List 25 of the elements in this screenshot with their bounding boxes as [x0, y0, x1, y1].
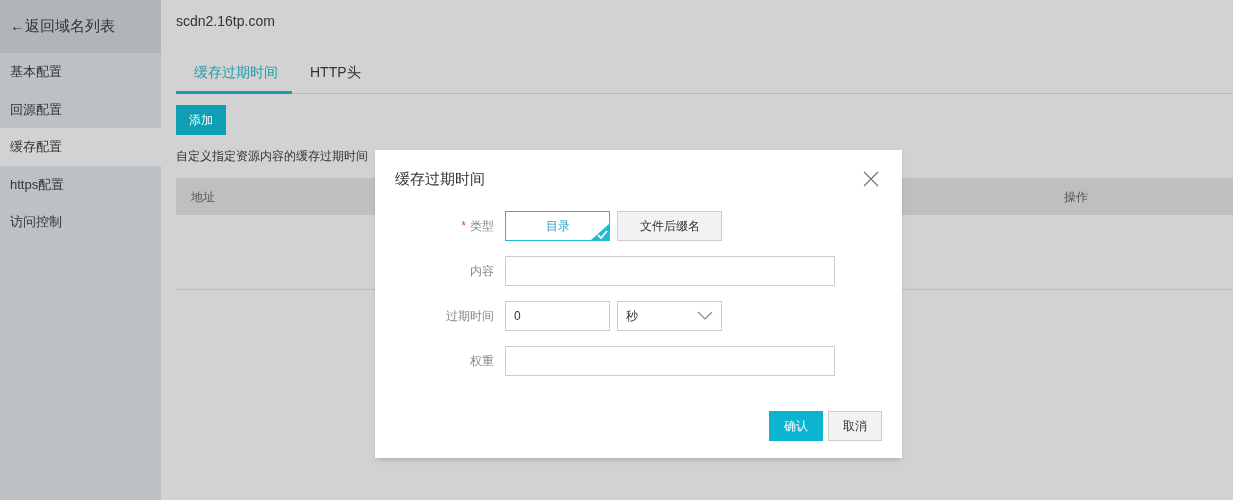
dialog-title: 缓存过期时间	[395, 169, 485, 189]
field-label: 内容	[469, 262, 495, 280]
sidebar-item[interactable]: 回源配置	[0, 90, 161, 128]
domain-title: scdn2.16tp.com	[176, 12, 275, 31]
content-field[interactable]	[505, 255, 835, 286]
field-label: 权重	[469, 352, 495, 370]
description-text: 自定义指定资源内容的缓存过期时间	[176, 148, 368, 165]
column-header: 地址	[191, 188, 215, 206]
cancel-button[interactable]: 取消	[828, 410, 882, 441]
column-header: 操作	[1064, 188, 1088, 206]
close-icon[interactable]	[863, 171, 879, 188]
sidebar-item[interactable]: https配置	[0, 165, 161, 203]
expire-time-field[interactable]: 0	[505, 300, 610, 331]
tab[interactable]: HTTP头	[292, 54, 379, 94]
checkmark-icon	[591, 223, 609, 240]
sidebar-item[interactable]: 访问控制	[0, 203, 161, 241]
sidebar-item[interactable]: 基本配置	[0, 53, 161, 91]
required-mark: *	[461, 218, 466, 233]
weight-field[interactable]	[505, 345, 835, 376]
unit-select[interactable]: 秒	[617, 300, 722, 331]
chevron-down-icon	[697, 311, 713, 320]
sidebar-item[interactable]: 缓存配置	[0, 128, 161, 166]
field-label: 过期时间	[445, 307, 495, 325]
type-option[interactable]: 文件后缀名	[617, 210, 722, 241]
field-label: 类型	[470, 218, 494, 233]
